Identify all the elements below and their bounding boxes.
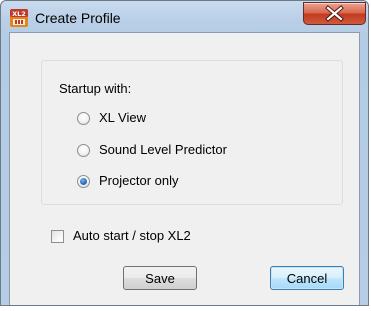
auto-start-checkbox[interactable]: Auto start / stop XL2 bbox=[51, 227, 191, 245]
radio-label: XL View bbox=[99, 110, 146, 125]
xl2-app-icon: XL2 bbox=[10, 9, 28, 27]
title-bar[interactable]: XL2 Create Profile bbox=[1, 1, 368, 31]
close-button[interactable] bbox=[303, 2, 366, 25]
create-profile-dialog: XL2 Create Profile Startup with: XL View… bbox=[0, 0, 369, 306]
radio-button-icon[interactable] bbox=[77, 143, 90, 157]
radio-label: Projector only bbox=[99, 173, 179, 188]
radio-button-selected-icon[interactable] bbox=[77, 174, 90, 188]
save-button[interactable]: Save bbox=[123, 266, 197, 290]
checkbox-icon[interactable] bbox=[51, 229, 64, 243]
radio-projector-only[interactable]: Projector only bbox=[77, 172, 178, 190]
cancel-button[interactable]: Cancel bbox=[270, 266, 344, 290]
radio-sound-level-predictor[interactable]: Sound Level Predictor bbox=[77, 141, 227, 159]
radio-label: Sound Level Predictor bbox=[99, 142, 227, 157]
close-icon bbox=[325, 5, 344, 22]
auto-start-label: Auto start / stop XL2 bbox=[73, 228, 191, 243]
startup-group-label: Startup with: bbox=[57, 81, 134, 97]
radio-button-icon[interactable] bbox=[77, 111, 90, 125]
svg-text:XL2: XL2 bbox=[12, 10, 26, 18]
window-title: Create Profile bbox=[35, 10, 121, 26]
radio-xl-view[interactable]: XL View bbox=[77, 109, 146, 127]
